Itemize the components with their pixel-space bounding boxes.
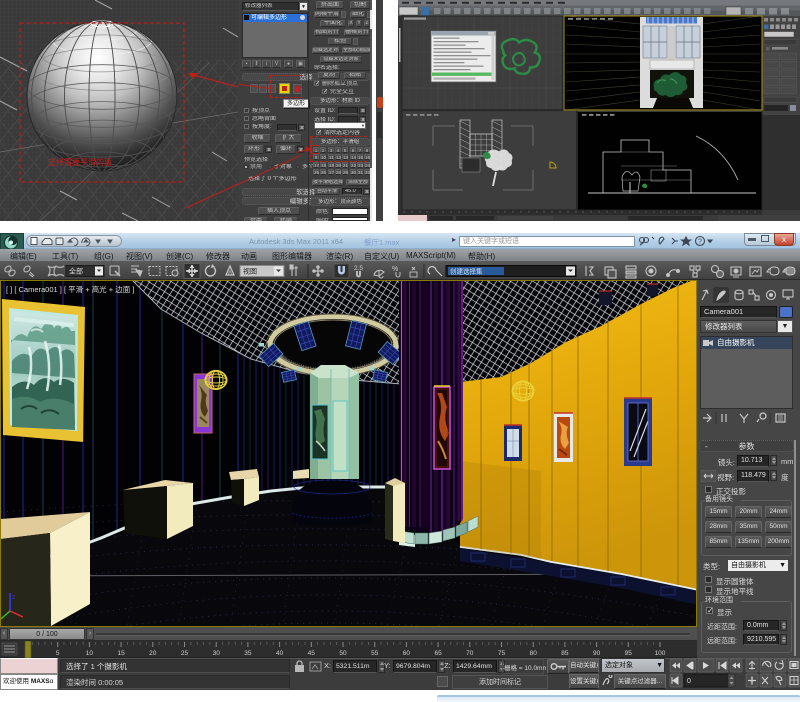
svg-text:0: 0 bbox=[687, 678, 691, 685]
svg-text:40: 40 bbox=[276, 650, 284, 657]
svg-text:20: 20 bbox=[149, 650, 157, 657]
svg-text:90: 90 bbox=[593, 650, 601, 657]
svg-text:65: 65 bbox=[434, 650, 442, 657]
svg-text:[ ] [ Camera001 ] [ 平滑 + 高光 +: [ ] [ Camera001 ] [ 平滑 + 高光 + 边面 ] bbox=[6, 284, 134, 294]
svg-text:30: 30 bbox=[213, 650, 221, 657]
svg-text:45: 45 bbox=[308, 650, 316, 657]
svg-text:视图: 视图 bbox=[243, 267, 257, 276]
svg-text:35: 35 bbox=[244, 650, 252, 657]
svg-text:95: 95 bbox=[625, 650, 633, 657]
svg-text:55: 55 bbox=[371, 650, 379, 657]
svg-text:15: 15 bbox=[117, 650, 125, 657]
svg-text:80: 80 bbox=[530, 650, 538, 657]
svg-text:2.5: 2.5 bbox=[354, 265, 363, 272]
svg-text:25: 25 bbox=[181, 650, 189, 657]
svg-text:5: 5 bbox=[56, 650, 60, 657]
svg-text:10: 10 bbox=[86, 650, 94, 657]
svg-text:60: 60 bbox=[403, 650, 411, 657]
svg-text:70: 70 bbox=[466, 650, 474, 657]
svg-text:?: ? bbox=[698, 239, 702, 246]
svg-text:选择需要平滑的面: 选择需要平滑的面 bbox=[48, 157, 112, 167]
svg-text:75: 75 bbox=[498, 650, 506, 657]
svg-text:50: 50 bbox=[339, 650, 347, 657]
svg-text:100: 100 bbox=[655, 650, 666, 657]
svg-text:z: z bbox=[12, 595, 15, 601]
svg-text:全部: 全部 bbox=[69, 267, 83, 276]
svg-text:%: % bbox=[392, 266, 398, 273]
svg-text:85: 85 bbox=[561, 650, 569, 657]
svg-text:创建选择集: 创建选择集 bbox=[450, 267, 483, 276]
